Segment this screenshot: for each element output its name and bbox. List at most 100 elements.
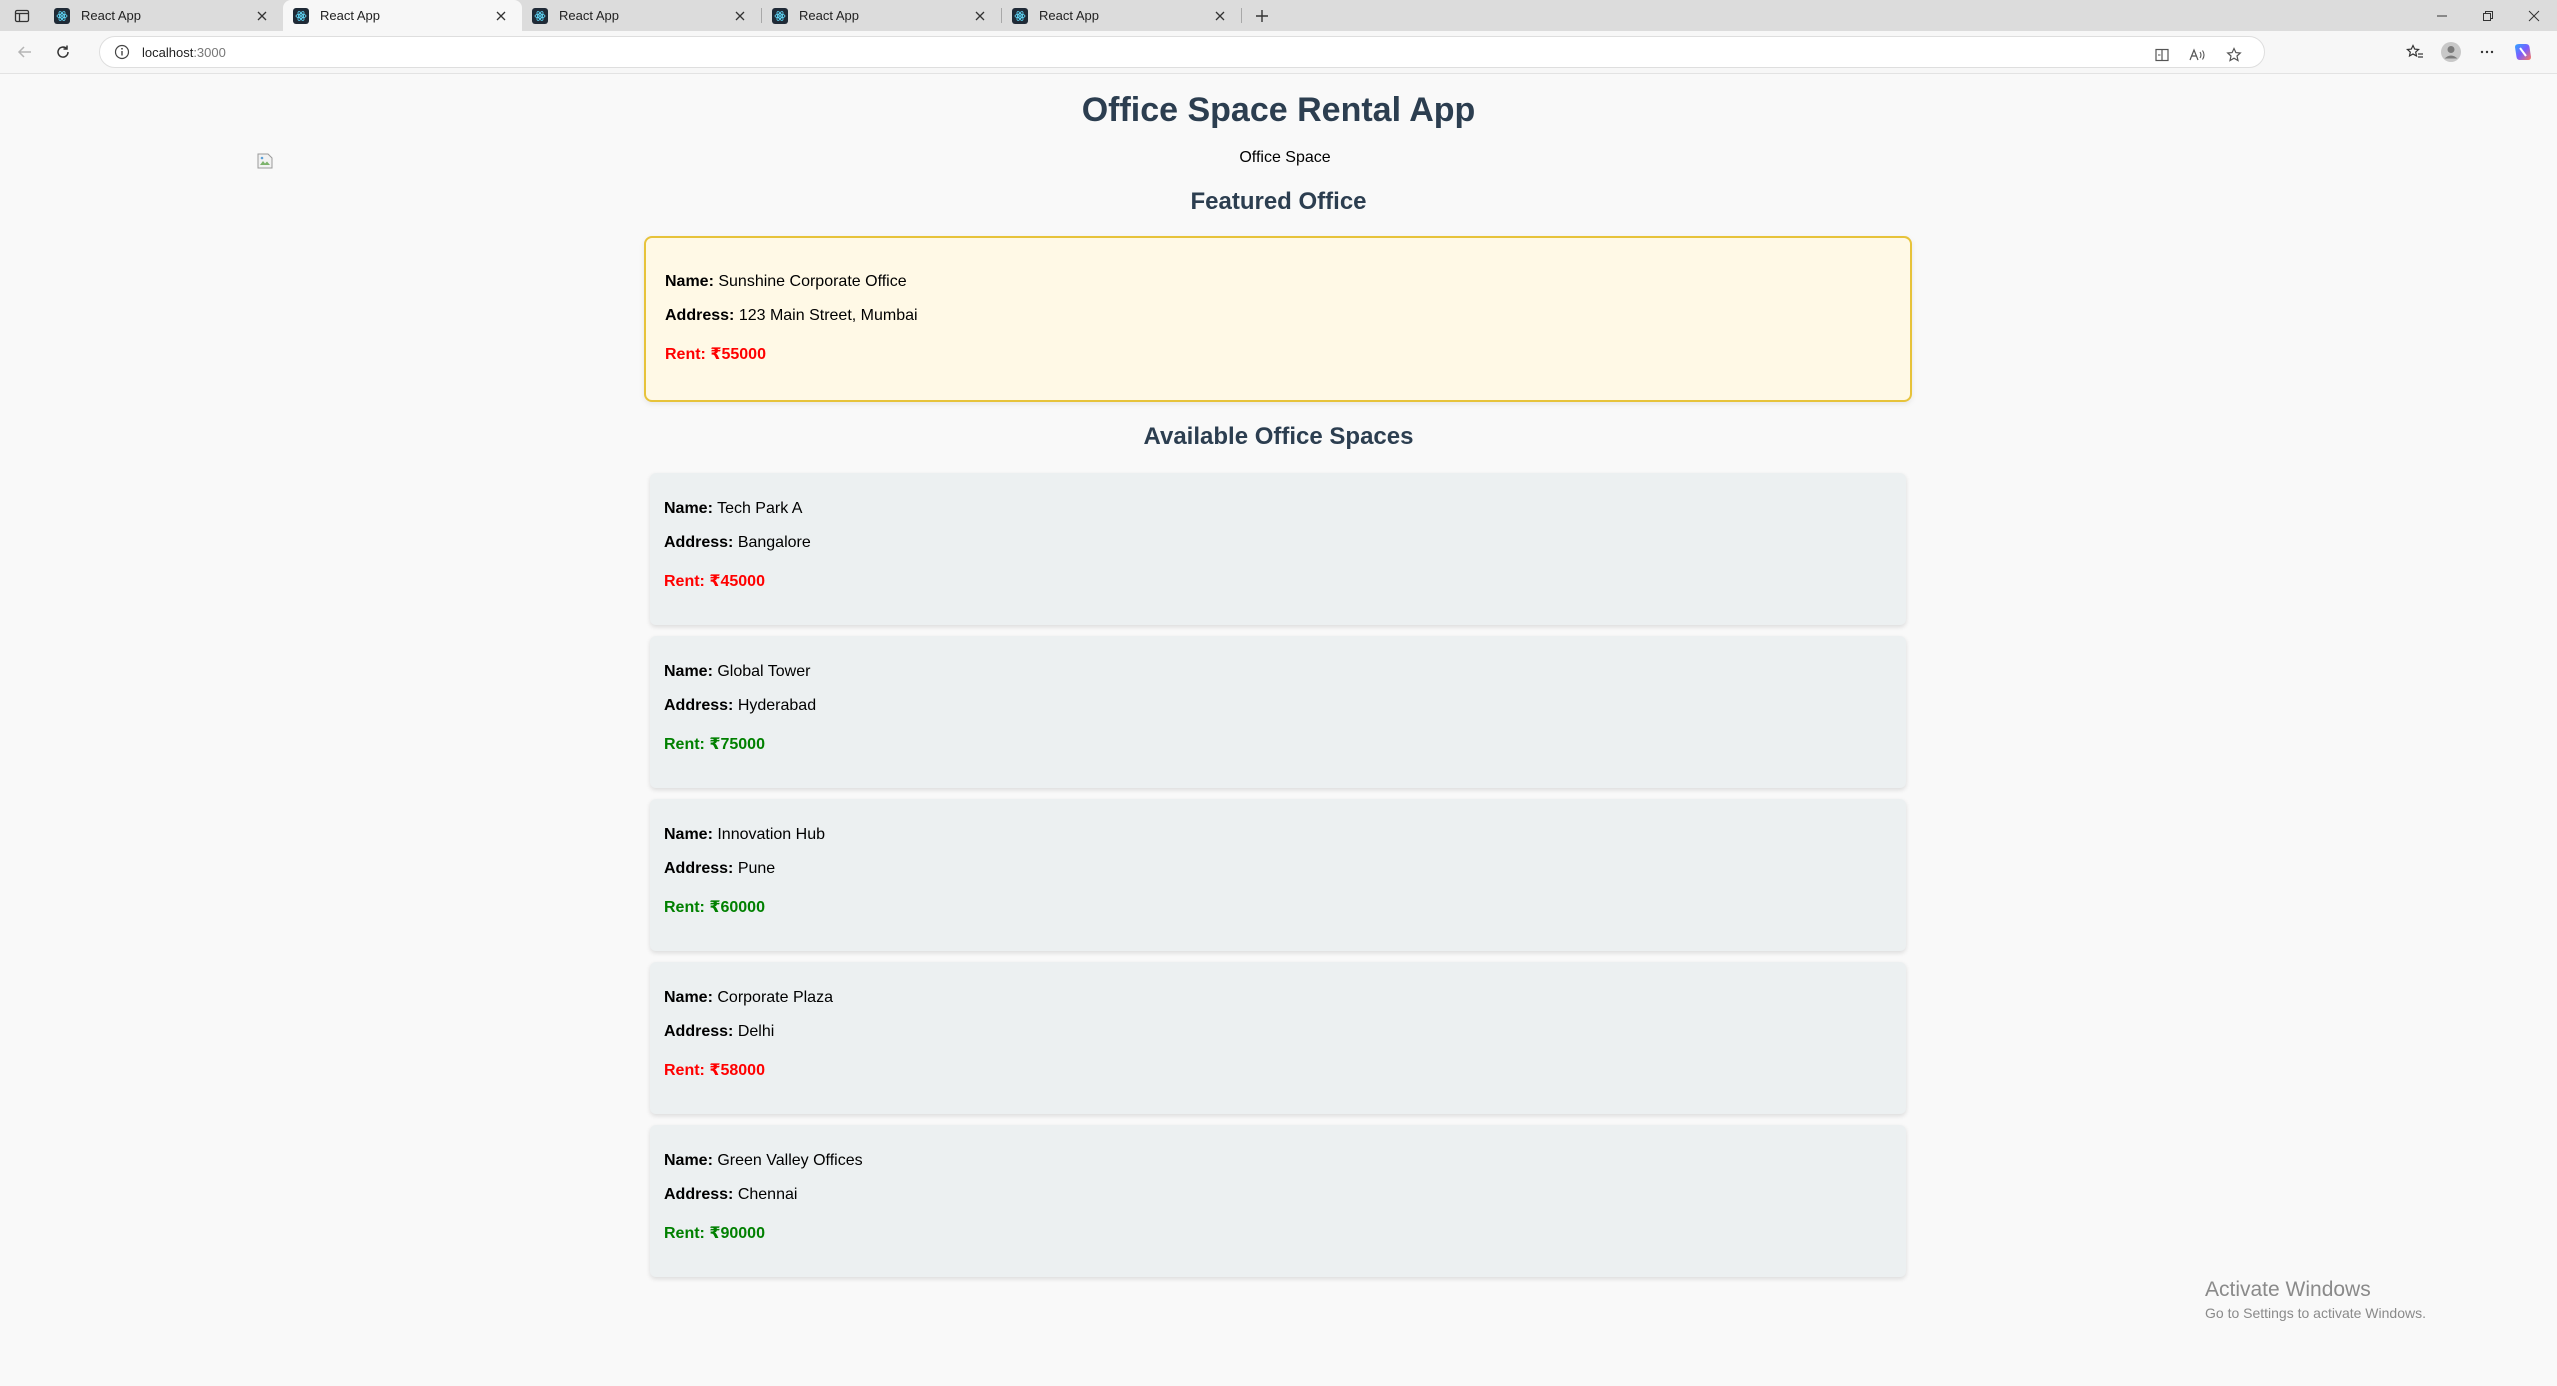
- rent-value: ₹60000: [709, 899, 765, 916]
- back-arrow-icon: [17, 46, 31, 58]
- reader-view-icon: [2155, 48, 2169, 62]
- tab-close-icon[interactable]: [971, 7, 989, 25]
- office-name-row: Name: Innovation Hub: [664, 826, 825, 844]
- office-address-row: Address: Pune: [664, 860, 775, 878]
- read-aloud-button[interactable]: [2180, 38, 2216, 72]
- office-card: Name: Innovation Hub Address: Pune Rent:…: [650, 799, 1906, 951]
- browser-tab-active[interactable]: React App: [283, 0, 522, 31]
- copilot-icon: [2515, 44, 2531, 60]
- name-label: Name:: [665, 273, 714, 290]
- address-label: Address:: [664, 1023, 734, 1040]
- close-icon: [2528, 10, 2540, 21]
- close-window-button[interactable]: [2511, 0, 2557, 31]
- rent-label: Rent:: [665, 346, 706, 363]
- favorites-list-icon: [2406, 44, 2423, 58]
- name-label: Name:: [664, 989, 713, 1006]
- new-tab-button[interactable]: [1242, 0, 1282, 31]
- url-host: localhost: [142, 44, 194, 60]
- address-label: Address:: [665, 307, 735, 324]
- address-bar-row: localhost:3000: [0, 31, 2557, 74]
- minimize-button[interactable]: [2419, 0, 2465, 31]
- rent-label: Rent:: [664, 736, 705, 753]
- watermark-subtitle: Go to Settings to activate Windows.: [2205, 1305, 2426, 1321]
- rent-value: ₹45000: [709, 573, 765, 590]
- tab-close-icon[interactable]: [1211, 7, 1229, 25]
- office-name-row: Name: Corporate Plaza: [664, 989, 833, 1007]
- tab-title: React App: [81, 8, 141, 23]
- page-content: Office Space Rental App Office Space Fea…: [0, 75, 2557, 1386]
- copilot-button[interactable]: [2505, 35, 2541, 69]
- office-address: Chennai: [737, 1186, 798, 1203]
- react-favicon-icon: [532, 7, 548, 24]
- featured-office-card: Name: Sunshine Corporate Office Address:…: [644, 236, 1912, 402]
- office-address-row: Address: Bangalore: [664, 534, 811, 552]
- rent-label: Rent:: [664, 1225, 705, 1242]
- office-address-row: Address: Hyderabad: [664, 697, 816, 715]
- name-label: Name:: [664, 663, 713, 680]
- rent-value: ₹58000: [709, 1062, 765, 1079]
- react-favicon-icon: [772, 7, 788, 24]
- minimize-icon: [2437, 15, 2447, 16]
- url-port: :3000: [193, 44, 226, 60]
- office-address-row: Address: Chennai: [664, 1186, 797, 1204]
- office-card: Name: Global Tower Address: Hyderabad Re…: [650, 636, 1906, 788]
- tab-title: React App: [1039, 8, 1099, 23]
- browser-tab[interactable]: React App: [1002, 0, 1241, 31]
- featured-heading: Featured Office: [1190, 188, 1367, 215]
- settings-menu-button[interactable]: [2469, 35, 2505, 69]
- office-name: Green Valley Offices: [717, 1152, 863, 1169]
- available-heading: Available Office Spaces: [1143, 423, 1414, 450]
- address-label: Address:: [664, 860, 734, 877]
- office-card: Name: Corporate Plaza Address: Delhi Ren…: [650, 962, 1906, 1114]
- rent-label: Rent:: [664, 899, 705, 916]
- favorites-button[interactable]: [2397, 35, 2433, 69]
- tab-close-icon[interactable]: [731, 7, 749, 25]
- immersive-reader-button[interactable]: [2144, 38, 2180, 72]
- star-icon: [2226, 47, 2242, 62]
- watermark-title: Activate Windows: [2205, 1278, 2371, 1301]
- tab-bar: React App React App React App React App …: [0, 0, 2557, 31]
- office-address: 123 Main Street, Mumbai: [738, 307, 918, 324]
- office-name-row: Name: Sunshine Corporate Office: [665, 273, 907, 291]
- react-favicon-icon: [1012, 7, 1028, 24]
- restore-icon: [2483, 10, 2493, 21]
- rent-value: ₹75000: [709, 736, 765, 753]
- back-button[interactable]: [6, 34, 44, 70]
- reload-icon: [57, 45, 69, 58]
- office-name-row: Name: Green Valley Offices: [664, 1152, 863, 1170]
- reload-button[interactable]: [44, 34, 82, 70]
- activate-windows-watermark: Activate Windows Go to Settings to activ…: [2205, 1278, 2426, 1321]
- browser-tab[interactable]: React App: [522, 0, 761, 31]
- url-text: localhost:3000: [142, 45, 226, 60]
- tab-actions-button[interactable]: [0, 0, 44, 31]
- browser-tab[interactable]: React App: [44, 0, 283, 31]
- restore-button[interactable]: [2465, 0, 2511, 31]
- name-label: Name:: [664, 500, 713, 517]
- rent-value: ₹55000: [710, 346, 766, 363]
- address-label: Address:: [664, 1186, 734, 1203]
- office-name: Global Tower: [717, 663, 811, 680]
- favorite-button[interactable]: [2216, 38, 2252, 72]
- rent-label: Rent:: [664, 573, 705, 590]
- office-rent: Rent: ₹58000: [664, 1060, 765, 1080]
- profile-button[interactable]: [2433, 35, 2469, 69]
- tab-title: React App: [559, 8, 619, 23]
- office-name: Tech Park A: [717, 500, 803, 517]
- browser-tab[interactable]: React App: [762, 0, 1001, 31]
- office-rent: Rent: ₹90000: [664, 1223, 765, 1243]
- name-label: Name:: [664, 1152, 713, 1169]
- office-address-row: Address: 123 Main Street, Mumbai: [665, 307, 918, 325]
- window-controls: [2419, 0, 2557, 31]
- site-info-icon[interactable]: [114, 44, 130, 60]
- tab-close-icon[interactable]: [253, 7, 271, 25]
- plus-icon: [1256, 9, 1268, 22]
- name-label: Name:: [664, 826, 713, 843]
- avatar-icon: [2441, 42, 2461, 62]
- url-bar[interactable]: localhost:3000: [99, 36, 2265, 68]
- office-address: Delhi: [737, 1023, 775, 1040]
- address-label: Address:: [664, 534, 734, 551]
- tab-close-icon[interactable]: [492, 7, 510, 25]
- office-name: Innovation Hub: [717, 826, 825, 843]
- office-name: Sunshine Corporate Office: [718, 273, 907, 290]
- office-address: Bangalore: [737, 534, 811, 551]
